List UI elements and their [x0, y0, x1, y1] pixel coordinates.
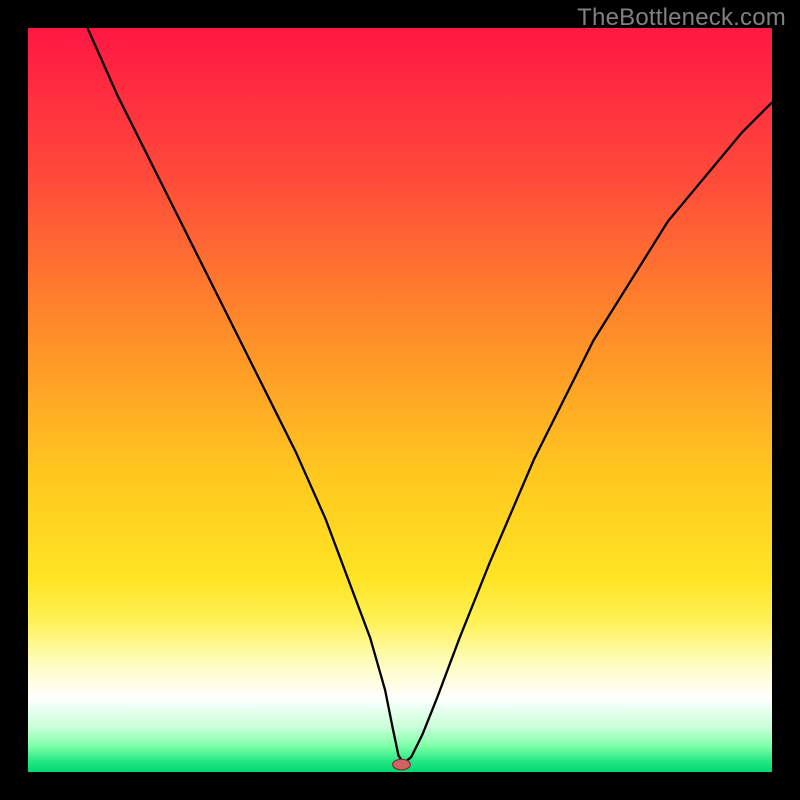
plot-area	[28, 28, 772, 772]
chart-frame: TheBottleneck.com	[0, 0, 800, 800]
watermark-text: TheBottleneck.com	[577, 4, 786, 32]
optimal-point-marker	[393, 759, 411, 769]
plot-svg	[28, 28, 772, 772]
